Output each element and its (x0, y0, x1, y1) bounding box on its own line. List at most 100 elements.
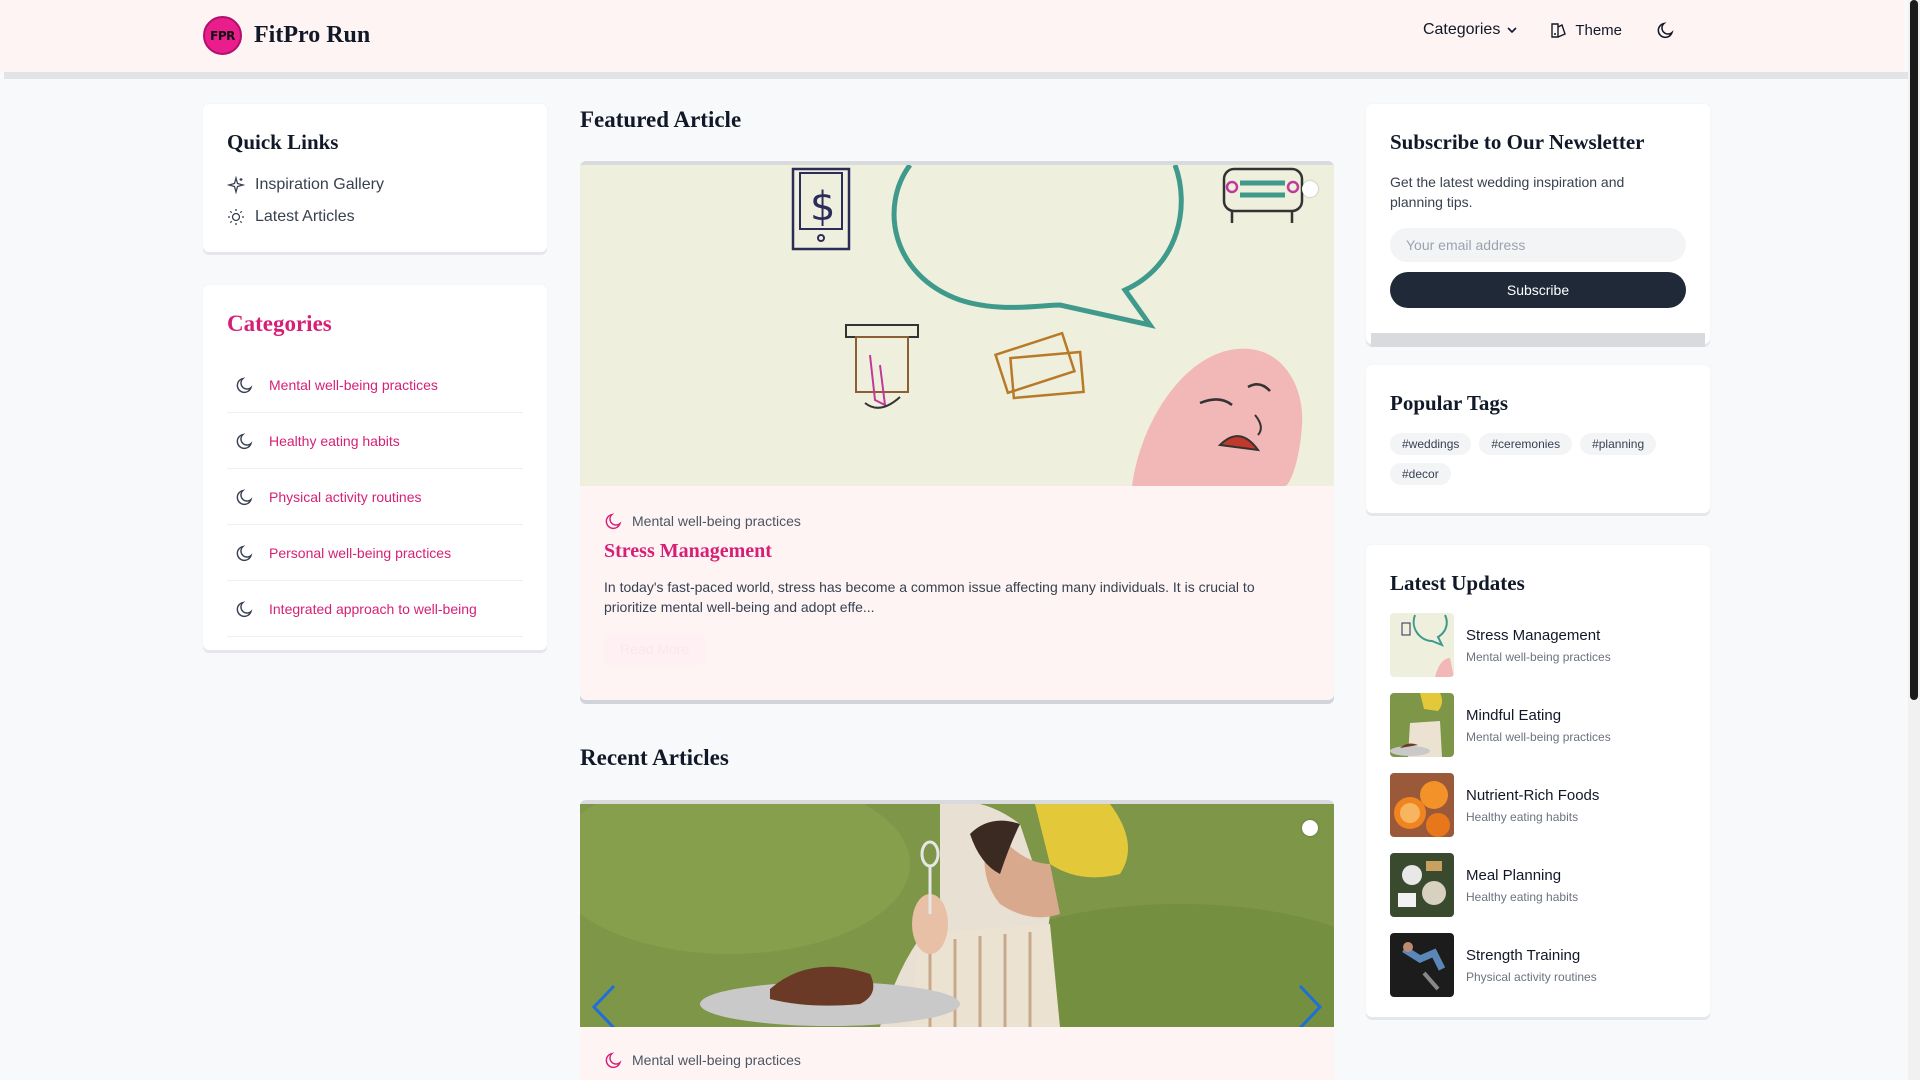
category-list: Mental well-being practices Healthy eati… (227, 357, 523, 637)
moon-icon (236, 488, 253, 505)
update-thumbnail (1390, 933, 1454, 997)
category-item-physical-activity[interactable]: Physical activity routines (227, 469, 523, 525)
update-title: Strength Training (1466, 946, 1581, 964)
tag-ceremonies[interactable]: #ceremonies (1479, 433, 1573, 455)
carousel-next-arrow-icon[interactable] (1296, 984, 1324, 1027)
category-item-integrated-approach[interactable]: Integrated approach to well-being (227, 581, 523, 637)
email-field[interactable]: Your email address (1390, 228, 1686, 262)
subscribe-button[interactable]: Subscribe (1390, 272, 1686, 308)
update-category: Mental well-being practices (1466, 729, 1611, 744)
categories-dropdown-label: Categories (1422, 21, 1501, 38)
category-item-healthy-eating[interactable]: Healthy eating habits (227, 413, 523, 469)
category-label: Mental well-being practices (632, 513, 801, 529)
update-category: Physical activity routines (1466, 969, 1597, 984)
newsletter-description: Get the latest wedding inspiration and p… (1390, 174, 1625, 210)
moon-icon (236, 600, 253, 617)
category-item-personal-well-being[interactable]: Personal well-being practices (227, 525, 523, 581)
moon-icon (605, 1052, 622, 1069)
tag-decor[interactable]: #decor (1390, 463, 1451, 485)
update-thumbnail (1390, 693, 1454, 757)
featured-article-card[interactable]: $ Mental well-being practices Stress Man… (580, 161, 1334, 700)
categories-dropdown[interactable]: Categories (1423, 21, 1518, 39)
main-nav: Categories Theme (1423, 20, 1676, 40)
category-label: Healthy eating habits (269, 432, 400, 449)
dark-mode-toggle[interactable] (1656, 20, 1676, 40)
chevron-down-icon (1507, 27, 1517, 34)
quick-links-card: Quick Links Inspiration Gallery Latest A… (203, 104, 547, 252)
update-category: Healthy eating habits (1466, 809, 1579, 824)
update-item[interactable]: Nutrient-Rich Foods Healthy eating habit… (1390, 773, 1611, 837)
featured-article-image: $ (580, 165, 1334, 486)
palette-icon (1551, 22, 1567, 38)
update-item[interactable]: Mindful Eating Mental well-being practic… (1390, 693, 1611, 757)
latest-updates-list: Stress Management Mental well-being prac… (1390, 613, 1611, 1013)
update-item[interactable]: Meal Planning Healthy eating habits (1390, 853, 1611, 917)
update-item[interactable]: Stress Management Mental well-being prac… (1390, 613, 1611, 677)
site-header: FPR FitPro Run Categories Theme (0, 0, 1904, 72)
categories-card: Categories Mental well-being practices H… (203, 285, 547, 650)
tag-planning[interactable]: #planning (1580, 433, 1657, 455)
svg-text:$: $ (810, 184, 835, 230)
carousel-indicator-dot[interactable] (1302, 820, 1318, 836)
read-more-button[interactable]: Read More (604, 633, 706, 665)
update-item[interactable]: Strength Training Physical activity rout… (1390, 933, 1611, 997)
latest-updates-card: Latest Updates Stress Management Mental … (1366, 545, 1710, 1017)
update-title: Mindful Eating (1466, 706, 1562, 724)
email-placeholder: Your email address (1406, 237, 1526, 253)
moon-icon (236, 544, 253, 561)
carousel-prev-arrow-icon[interactable] (590, 984, 618, 1027)
update-title: Stress Management (1466, 626, 1601, 644)
tag-weddings[interactable]: #weddings (1390, 433, 1472, 455)
categories-title: Categories (227, 311, 332, 336)
sparkles-icon (227, 176, 245, 194)
quick-link-latest-articles[interactable]: Latest Articles (227, 208, 355, 226)
category-label: Physical activity routines (269, 488, 422, 505)
carousel-indicator-dot[interactable] (1302, 181, 1318, 197)
tag-list: #weddings #ceremonies #planning #decor (1390, 433, 1690, 485)
category-label: Integrated approach to well-being (269, 600, 477, 617)
update-category: Healthy eating habits (1466, 889, 1579, 904)
recent-article-card[interactable]: Mental well-being practices (580, 800, 1334, 1080)
theme-button-label: Theme (1575, 21, 1622, 39)
sun-icon (228, 209, 244, 225)
update-category: Mental well-being practices (1466, 649, 1611, 664)
update-text: Strength Training Physical activity rout… (1466, 947, 1597, 984)
brand-logo: FPR (203, 16, 242, 55)
newsletter-card-bottom-strip (1371, 333, 1705, 347)
featured-article-category[interactable]: Mental well-being practices (604, 511, 801, 531)
latest-updates-title: Latest Updates (1390, 571, 1525, 595)
quick-link-inspiration-gallery[interactable]: Inspiration Gallery (227, 176, 384, 194)
update-title: Nutrient-Rich Foods (1466, 786, 1600, 804)
child-eating-photo (580, 804, 1334, 1027)
moon-icon (236, 376, 253, 393)
newsletter-card: Subscribe to Our Newsletter Get the late… (1366, 104, 1710, 344)
popular-tags-title: Popular Tags (1390, 391, 1509, 415)
update-text: Meal Planning Healthy eating habits (1466, 867, 1578, 904)
scrollbar-thumb[interactable] (1910, 0, 1918, 700)
category-label: Personal well-being practices (269, 544, 452, 561)
brand-name: FitPro Run (254, 22, 371, 48)
stress-illustration: $ (580, 165, 1334, 486)
update-title: Meal Planning (1466, 866, 1562, 884)
quick-link-label: Inspiration Gallery (255, 176, 384, 193)
quick-link-label: Latest Articles (255, 208, 355, 225)
page-scrollbar[interactable] (1908, 0, 1920, 1080)
moon-icon (605, 513, 622, 530)
update-text: Stress Management Mental well-being prac… (1466, 627, 1611, 664)
newsletter-title: Subscribe to Our Newsletter (1390, 130, 1645, 154)
recent-article-category[interactable]: Mental well-being practices (604, 1050, 801, 1070)
featured-article-title[interactable]: Stress Management (604, 540, 772, 563)
popular-tags-card: Popular Tags #weddings #ceremonies #plan… (1366, 365, 1710, 513)
quick-links-title: Quick Links (227, 130, 339, 154)
recent-section-title: Recent Articles (580, 745, 729, 770)
category-label: Mental well-being practices (269, 376, 438, 393)
update-thumbnail (1390, 773, 1454, 837)
theme-button[interactable]: Theme (1550, 22, 1622, 39)
brand-link[interactable]: FPR FitPro Run (203, 16, 370, 55)
update-text: Mindful Eating Mental well-being practic… (1466, 707, 1611, 744)
recent-article-image (580, 804, 1334, 1027)
update-thumbnail (1390, 613, 1454, 677)
category-item-mental-well-being[interactable]: Mental well-being practices (227, 357, 523, 413)
featured-section-title: Featured Article (580, 107, 742, 132)
featured-article-excerpt: In today's fast-paced world, stress has … (604, 579, 1255, 615)
